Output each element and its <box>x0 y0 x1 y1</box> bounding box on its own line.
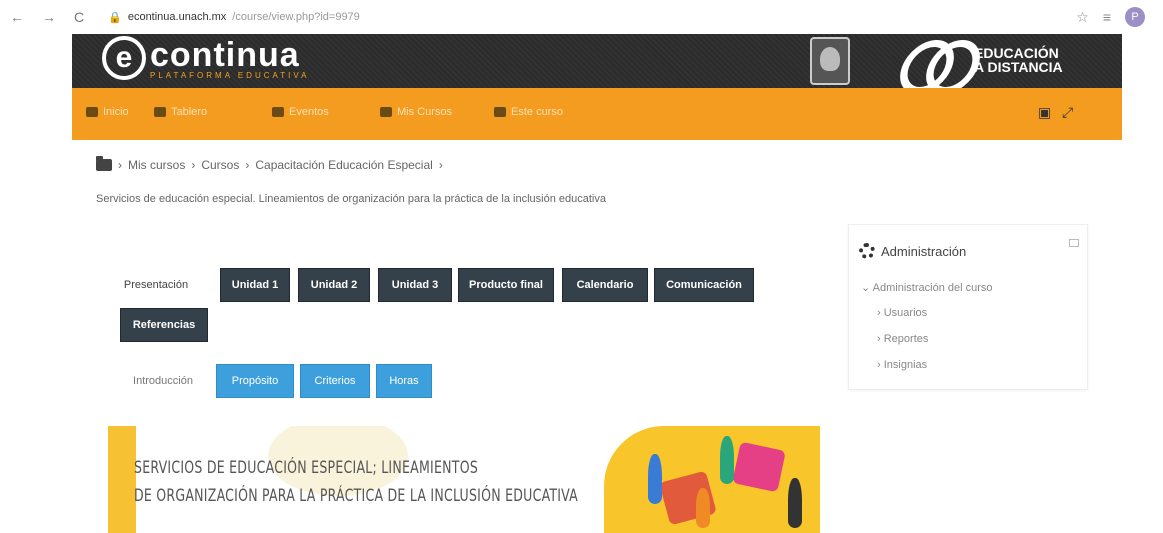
course-tabs: Presentación Unidad 1 Unidad 2 Unidad 3 … <box>96 268 776 348</box>
banner-title-line2: DE ORGANIZACIÓN PARA LA PRÁCTICA DE LA I… <box>134 486 578 506</box>
subtabs: Introducción Propósito Criterios Horas <box>96 364 776 402</box>
nav-item-tablero[interactable]: Tablero <box>154 106 207 118</box>
lock-icon: 🔒 <box>108 11 122 24</box>
main-navbar: Inicio Tablero Eventos Mis Cursos Este c… <box>72 88 1122 140</box>
admin-insignias[interactable]: › Insignias <box>877 359 927 371</box>
browser-actions: ☆ ≡ P <box>1076 7 1145 27</box>
banner-title-line1: SERVICIOS DE EDUCACIÓN ESPECIAL; LINEAMI… <box>134 458 479 478</box>
tab-calendario[interactable]: Calendario <box>562 268 648 302</box>
administration-block: Administración ⌄ Administración del curs… <box>848 224 1088 390</box>
nav-item-este-curso[interactable]: Este curso <box>494 106 563 118</box>
breadcrumb-course[interactable]: Capacitación Educación Especial <box>255 158 432 172</box>
url-host: econtinua.unach.mx <box>127 11 227 23</box>
logo-subtitle: PLATAFORMA EDUCATIVA <box>150 70 310 80</box>
collapse-block-icon[interactable] <box>1069 239 1079 247</box>
admin-course-node[interactable]: ⌄ Administración del curso <box>861 281 993 294</box>
admin-header: Administración <box>859 243 966 259</box>
educacion-distancia-logo: EDUCACIÓN A DISTANCIA <box>902 40 1063 80</box>
folder-icon[interactable] <box>96 156 112 171</box>
nav-item-eventos[interactable]: Eventos <box>272 106 329 118</box>
child-figure-icon <box>788 478 802 528</box>
home-icon <box>86 107 98 117</box>
course-title: Servicios de educación especial. Lineami… <box>96 193 606 205</box>
ead-line1: EDUCACIÓN <box>974 45 1059 61</box>
subtab-introduccion[interactable]: Introducción <box>118 364 208 398</box>
profile-avatar[interactable]: P <box>1125 7 1145 27</box>
reading-list-icon[interactable]: ≡ <box>1103 9 1111 25</box>
breadcrumb-mis-cursos[interactable]: Mis cursos <box>128 158 185 172</box>
admin-title: Administración <box>881 243 967 259</box>
econtinua-logo[interactable]: e continua PLATAFORMA EDUCATIVA <box>102 36 309 80</box>
child-figure-icon <box>696 488 710 528</box>
course-banner-image: SERVICIOS DE EDUCACIÓN ESPECIAL; LINEAMI… <box>108 426 820 533</box>
admin-usuarios[interactable]: › Usuarios <box>877 307 927 319</box>
back-arrow-icon[interactable]: ← <box>10 9 24 25</box>
nav-label: Mis Cursos <box>397 106 453 118</box>
site-header: e continua PLATAFORMA EDUCATIVA EDUCACIÓ… <box>72 34 1122 88</box>
star-icon[interactable]: ☆ <box>1076 9 1089 26</box>
university-seal-icon <box>810 37 850 85</box>
fullscreen-icon[interactable]: ⤢ <box>1062 104 1073 121</box>
sitemap-icon <box>494 107 506 117</box>
reload-icon[interactable]: C <box>74 9 84 25</box>
admin-reportes[interactable]: › Reportes <box>877 333 928 345</box>
logo-e-icon: e <box>102 36 146 80</box>
nav-label: Eventos <box>289 106 329 118</box>
address-bar[interactable]: 🔒 econtinua.unach.mx/course/view.php?id=… <box>108 11 360 24</box>
subtab-criterios[interactable]: Criterios <box>300 364 370 398</box>
briefcase-icon <box>380 107 392 117</box>
child-figure-icon <box>720 436 734 484</box>
dashboard-icon <box>154 107 166 117</box>
forward-arrow-icon[interactable]: → <box>42 9 56 25</box>
breadcrumb-cursos[interactable]: Cursos <box>201 158 239 172</box>
tab-unidad-2[interactable]: Unidad 2 <box>298 268 370 302</box>
tab-comunicacion[interactable]: Comunicación <box>654 268 754 302</box>
nav-item-inicio[interactable]: Inicio <box>86 106 129 118</box>
subtab-horas[interactable]: Horas <box>376 364 432 398</box>
nav-item-mis-cursos[interactable]: Mis Cursos <box>380 106 452 118</box>
browser-toolbar: ← → C 🔒 econtinua.unach.mx/course/view.p… <box>0 0 1163 34</box>
nav-label: Tablero <box>171 106 208 118</box>
ead-mark-icon <box>902 40 966 80</box>
tab-unidad-3[interactable]: Unidad 3 <box>378 268 452 302</box>
logo-word: continua <box>150 35 300 74</box>
browser-nav: ← → C <box>10 9 84 25</box>
tab-producto-final[interactable]: Producto final <box>458 268 554 302</box>
calendar-icon <box>272 107 284 117</box>
gears-icon <box>859 243 875 259</box>
child-figure-icon <box>648 454 662 504</box>
breadcrumb: › Mis cursos › Cursos › Capacitación Edu… <box>96 156 443 172</box>
nav-label: Este curso <box>511 106 563 118</box>
nav-label: Inicio <box>103 106 129 118</box>
screen-reader-icon[interactable]: ▣ <box>1038 104 1051 121</box>
ead-line2: A DISTANCIA <box>974 59 1063 75</box>
tab-unidad-1[interactable]: Unidad 1 <box>220 268 290 302</box>
tab-referencias[interactable]: Referencias <box>120 308 208 342</box>
tab-presentacion[interactable]: Presentación <box>96 268 216 302</box>
url-path: /course/view.php?id=9979 <box>232 11 360 23</box>
subtab-proposito[interactable]: Propósito <box>216 364 294 398</box>
